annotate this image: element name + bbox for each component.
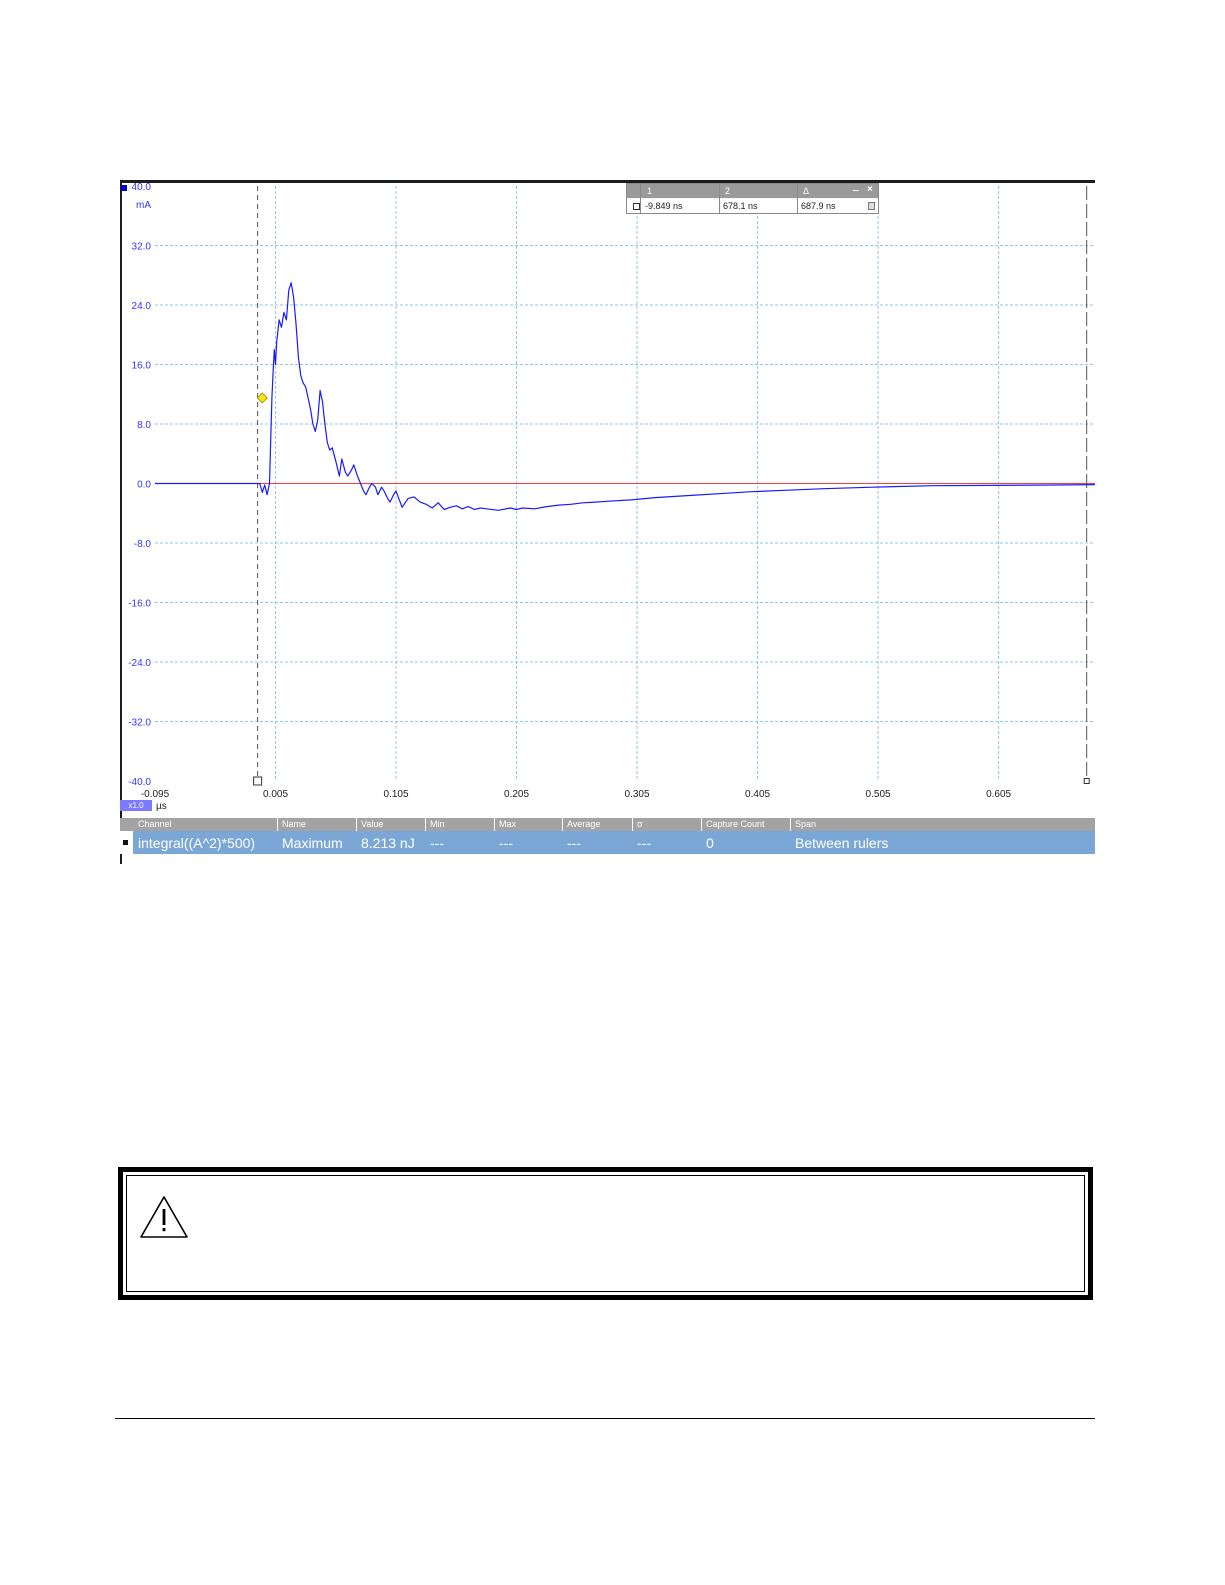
header-sigma: σ <box>637 819 643 829</box>
ruler-readout-header: 1 2 Δ <box>627 184 878 198</box>
waveform-trace <box>155 282 1095 511</box>
ruler-col-divider <box>797 184 798 213</box>
cell-capture-count: 0 <box>706 835 714 851</box>
y-tick-label: 40.0 <box>132 182 152 193</box>
ruler-col-divider <box>719 184 720 213</box>
ruler-delta-header: Δ <box>803 186 810 196</box>
measurements-header: Channel Name Value Min Max Average σ Cap… <box>120 818 1095 831</box>
cell-channel: integral((A^2)*500) <box>138 835 256 851</box>
y-tick-label: 8.0 <box>137 420 151 431</box>
waveform-plot[interactable]: 40.0 32.0 24.0 16.0 8.0 0.0 -8.0 -16.0 -24.0 -32.… <box>120 180 1095 864</box>
x-tick-label: 0.305 <box>625 789 650 800</box>
ruler-readout-panel[interactable]: 1 2 Δ ‒ × -9.849 ns 678.1 ns 687.9 ns <box>626 183 879 214</box>
row-gutter <box>120 831 133 854</box>
header-max: Max <box>499 819 517 829</box>
cell-sigma: --- <box>637 835 651 851</box>
row-selector-icon[interactable] <box>123 840 128 845</box>
y-tick-label: 16.0 <box>132 361 152 372</box>
header-average: Average <box>567 819 601 829</box>
minimize-icon[interactable]: ‒ <box>853 185 859 196</box>
cell-span: Between rulers <box>795 835 889 851</box>
ruler-col-divider <box>640 184 641 213</box>
ruler-handle[interactable] <box>1083 778 1090 784</box>
measurements-table: Channel Name Value Min Max Average σ Cap… <box>120 818 1095 854</box>
ruler2-value: 678.1 ns <box>723 201 758 211</box>
measurement-row[interactable]: integral((A^2)*500) Maximum 8.213 nJ ---… <box>120 831 1095 854</box>
header-channel: Channel <box>138 819 172 829</box>
header-min: Min <box>430 819 445 829</box>
scope-frame-left <box>120 180 122 864</box>
ruler-col2-header: 2 <box>725 186 731 196</box>
cell-max: --- <box>499 835 513 851</box>
y-tick-label: -16.0 <box>128 599 151 610</box>
cell-value: 8.213 nJ <box>361 835 415 851</box>
x-tick-label: 0.405 <box>745 789 770 800</box>
channel-indicator-icon[interactable] <box>121 185 127 191</box>
ruler-delta-value: 687.9 ns <box>801 201 836 211</box>
ruler-visibility-checkbox[interactable] <box>633 203 640 210</box>
header-name: Name <box>282 819 307 829</box>
cell-min: --- <box>430 835 444 851</box>
close-icon[interactable]: × <box>867 184 873 195</box>
y-tick-label: -24.0 <box>128 658 151 669</box>
header-span: Span <box>795 819 817 829</box>
warning-callout-inner <box>126 1175 1085 1292</box>
y-tick-label: -40.0 <box>128 777 151 788</box>
header-value: Value <box>361 819 384 829</box>
zoom-level-badge[interactable]: x1.0 <box>120 800 152 811</box>
y-tick-label: 24.0 <box>132 301 152 312</box>
x-tick-label: -0.095 <box>141 789 170 800</box>
trigger-marker-icon <box>256 392 268 404</box>
x-tick-label: 0.105 <box>384 789 409 800</box>
ruler-readout-row: -9.849 ns 678.1 ns 687.9 ns <box>627 199 878 213</box>
ruler-col1-header: 1 <box>647 186 653 196</box>
x-axis-unit: µs <box>156 801 167 812</box>
y-tick-label: 0.0 <box>137 480 151 491</box>
lock-icon[interactable] <box>868 202 875 210</box>
x-tick-label: 0.605 <box>986 789 1011 800</box>
warning-callout <box>118 1167 1093 1300</box>
y-tick-label: 32.0 <box>132 242 152 253</box>
y-tick-label: -8.0 <box>134 539 152 550</box>
y-axis-unit: mA <box>136 200 151 211</box>
x-tick-label: 0.005 <box>263 789 288 800</box>
x-tick-label: 0.505 <box>866 789 891 800</box>
ruler-handle[interactable] <box>253 776 263 786</box>
warning-triangle-icon <box>140 1196 188 1238</box>
ruler1-value: -9.849 ns <box>645 201 683 211</box>
cell-average: --- <box>567 835 581 851</box>
x-tick-label: 0.205 <box>504 789 529 800</box>
footer-divider <box>115 1418 1095 1419</box>
scope-frame-top <box>120 180 1095 183</box>
cell-name: Maximum <box>282 835 343 851</box>
header-capture-count: Capture Count <box>706 819 765 829</box>
y-tick-label: -32.0 <box>128 718 151 729</box>
oscilloscope-view: 40.0 32.0 24.0 16.0 8.0 0.0 -8.0 -16.0 -24.0 -32.… <box>120 180 1095 864</box>
